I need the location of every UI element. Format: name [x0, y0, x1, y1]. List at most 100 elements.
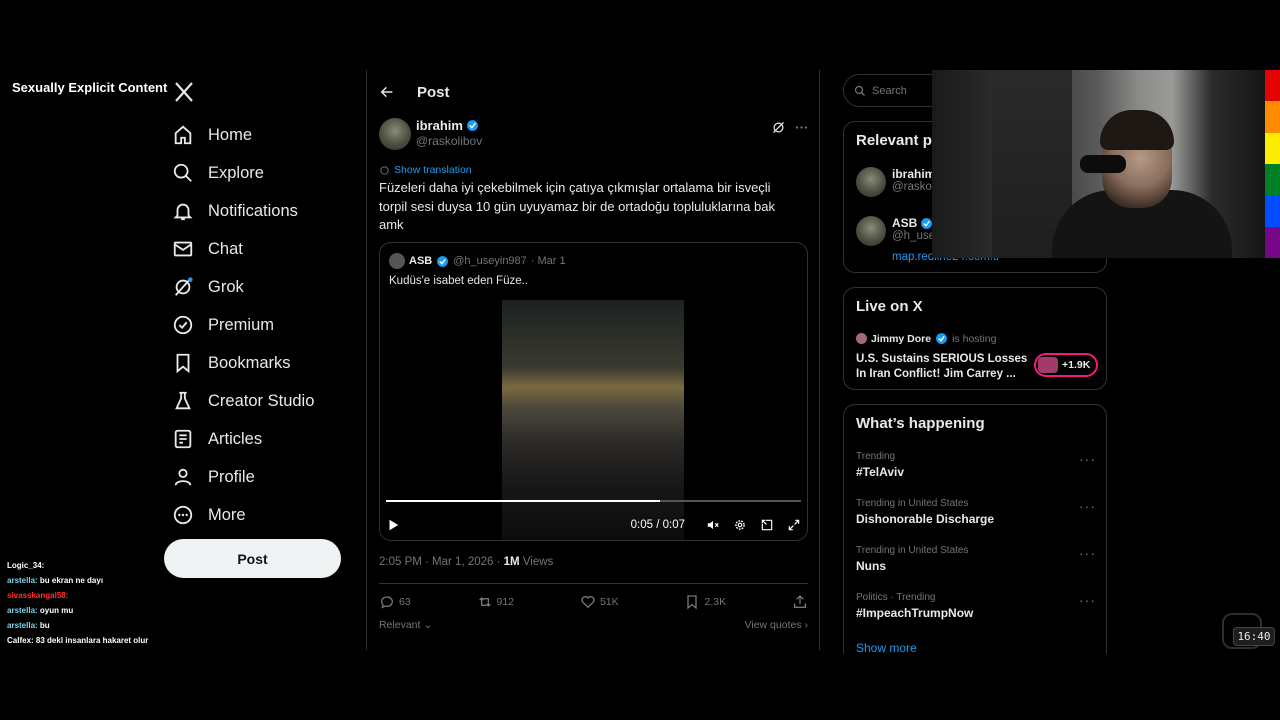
sidebar-nav: Home Explore Notifications Chat Grok Pre… [172, 116, 362, 534]
like-count: 51K [599, 596, 619, 608]
show-translation-link[interactable]: Show translation [379, 164, 472, 176]
author-name-row[interactable]: ibrahim [416, 118, 482, 133]
bookmark-button[interactable]: 2.3K [684, 594, 726, 610]
back-arrow-icon[interactable] [379, 84, 395, 100]
trend-context: Trending in United States [856, 498, 969, 509]
grok-explain-icon[interactable] [771, 120, 786, 135]
chat-message: Logic_34: [7, 558, 148, 573]
nav-item-creator-studio[interactable]: Creator Studio [172, 382, 362, 420]
trend-topic[interactable]: Dishonorable Discharge [856, 512, 1096, 526]
host-name[interactable]: Jimmy Dore [871, 333, 931, 345]
post-header: Post [379, 82, 450, 102]
nav-item-chat[interactable]: Chat [172, 230, 362, 268]
relevant-user-handle[interactable]: @raskol [892, 181, 935, 193]
sort-dropdown[interactable]: Relevant ⌄ [379, 619, 432, 631]
avatar[interactable] [379, 118, 411, 150]
relevant-user-name[interactable]: ibrahim [892, 167, 935, 181]
nav-item-more[interactable]: More [172, 496, 362, 534]
nav-item-premium[interactable]: Premium [172, 306, 362, 344]
video-frame[interactable] [502, 300, 684, 540]
show-more-link[interactable]: Show more [856, 641, 917, 655]
quote-author-handle[interactable]: @h_useyin987 [453, 255, 527, 267]
repost-count: 912 [496, 596, 515, 608]
trend-item[interactable]: Trending in United States Dishonorable D… [856, 498, 1096, 526]
more-circle-icon [173, 505, 193, 525]
view-quotes-link[interactable]: View quotes › [745, 619, 808, 631]
video-player[interactable]: 0:05 / 0:07 [380, 300, 807, 540]
nav-item-home[interactable]: Home [172, 116, 362, 154]
trend-topic[interactable]: Nuns [856, 559, 1096, 573]
relevant-user[interactable]: ibrahim @raskol [856, 167, 935, 197]
settings-gear-icon[interactable] [733, 518, 747, 532]
trend-item[interactable]: Trending in United States Nuns ··· [856, 545, 1096, 573]
reply-button[interactable]: 63 [379, 594, 411, 610]
sort-label[interactable]: Relevant [379, 619, 420, 631]
trend-topic[interactable]: #ImpeachTrumpNow [856, 606, 1096, 620]
nav-label: Profile [208, 467, 255, 486]
trend-item[interactable]: Trending #TelAviv ··· [856, 451, 1096, 479]
premium-icon [173, 315, 193, 335]
more-options-icon[interactable]: ··· [1079, 451, 1096, 467]
whats-happening-title: What’s happening [856, 415, 985, 432]
pip-icon[interactable] [760, 518, 774, 532]
author-handle[interactable]: @raskolibov [416, 134, 482, 148]
engagement-bar: 63 912 51K 2.3K [379, 583, 808, 610]
video-progress-bar[interactable] [386, 500, 801, 502]
nav-item-notifications[interactable]: Notifications [172, 192, 362, 230]
trend-topic[interactable]: #TelAviv [856, 465, 1096, 479]
chat-username: arstella: [7, 621, 38, 630]
post-detail-column: Post ibrahim @raskolibov Show translatio… [366, 70, 820, 650]
nav-item-articles[interactable]: Articles [172, 420, 362, 458]
views-label: Views [519, 556, 554, 568]
nav-item-grok[interactable]: Grok [172, 268, 362, 306]
video-controls: 0:05 / 0:07 [386, 515, 801, 535]
trend-item[interactable]: Politics · Trending #ImpeachTrumpNow ··· [856, 592, 1096, 620]
more-options-icon[interactable]: ··· [1079, 592, 1096, 608]
nav-item-bookmarks[interactable]: Bookmarks [172, 344, 362, 382]
page-title: Post [417, 83, 450, 101]
webcam-overlay [932, 70, 1265, 258]
video-time: 0:05 / 0:07 [630, 519, 685, 531]
more-options-icon[interactable]: ··· [1079, 545, 1096, 561]
stripe-yellow [1265, 132, 1280, 164]
bell-icon [173, 203, 193, 221]
more-options-icon[interactable]: ··· [1079, 498, 1096, 514]
play-icon[interactable] [386, 518, 400, 532]
quote-author-name[interactable]: ASB [409, 255, 432, 267]
nav-item-profile[interactable]: Profile [172, 458, 362, 496]
nav-label: Grok [208, 277, 244, 296]
fullscreen-icon[interactable] [787, 518, 801, 532]
content-warning-label: Sexually Explicit Content [6, 76, 174, 99]
like-button[interactable]: 51K [580, 594, 619, 610]
mute-icon[interactable] [706, 518, 720, 532]
post-button[interactable]: Post [164, 539, 341, 578]
avatar[interactable] [389, 253, 405, 269]
repost-button[interactable]: 912 [477, 594, 515, 610]
avatar[interactable] [856, 167, 886, 197]
quoted-post[interactable]: ASB @h_useyin987 · Mar 1 Kudüs'e isabet … [379, 242, 808, 541]
nav-label: More [208, 505, 246, 524]
live-host[interactable]: Jimmy Dore is hosting [856, 332, 996, 345]
show-translation-label[interactable]: Show translation [394, 164, 472, 176]
relevant-user-name[interactable]: ASB [892, 216, 917, 230]
share-icon [793, 595, 806, 608]
author-name[interactable]: ibrahim [416, 118, 463, 133]
share-button[interactable] [792, 594, 808, 610]
view-quotes-label[interactable]: View quotes [745, 619, 802, 631]
x-logo-icon[interactable] [172, 80, 196, 104]
relevant-user[interactable]: ASB @h_usey [856, 216, 941, 246]
live-thumbnail [1038, 357, 1058, 373]
chat-username: arstella: [7, 606, 38, 615]
live-stream-title[interactable]: U.S. Sustains SERIOUS Losses In Iran Con… [856, 352, 1031, 382]
live-listeners-badge[interactable]: +1.9K [1034, 353, 1099, 377]
more-options-icon[interactable] [794, 120, 809, 135]
quote-date: · Mar 1 [530, 255, 566, 267]
search-icon [173, 163, 192, 182]
trend-context: Politics · Trending [856, 592, 936, 603]
post-date[interactable]: 2:05 PM · Mar 1, 2026 · [379, 556, 504, 568]
relevant-people-title: Relevant p [856, 132, 932, 149]
heart-icon [581, 596, 595, 609]
nav-item-explore[interactable]: Explore [172, 154, 362, 192]
chat-username: arstella: [7, 576, 38, 585]
avatar[interactable] [856, 216, 886, 246]
